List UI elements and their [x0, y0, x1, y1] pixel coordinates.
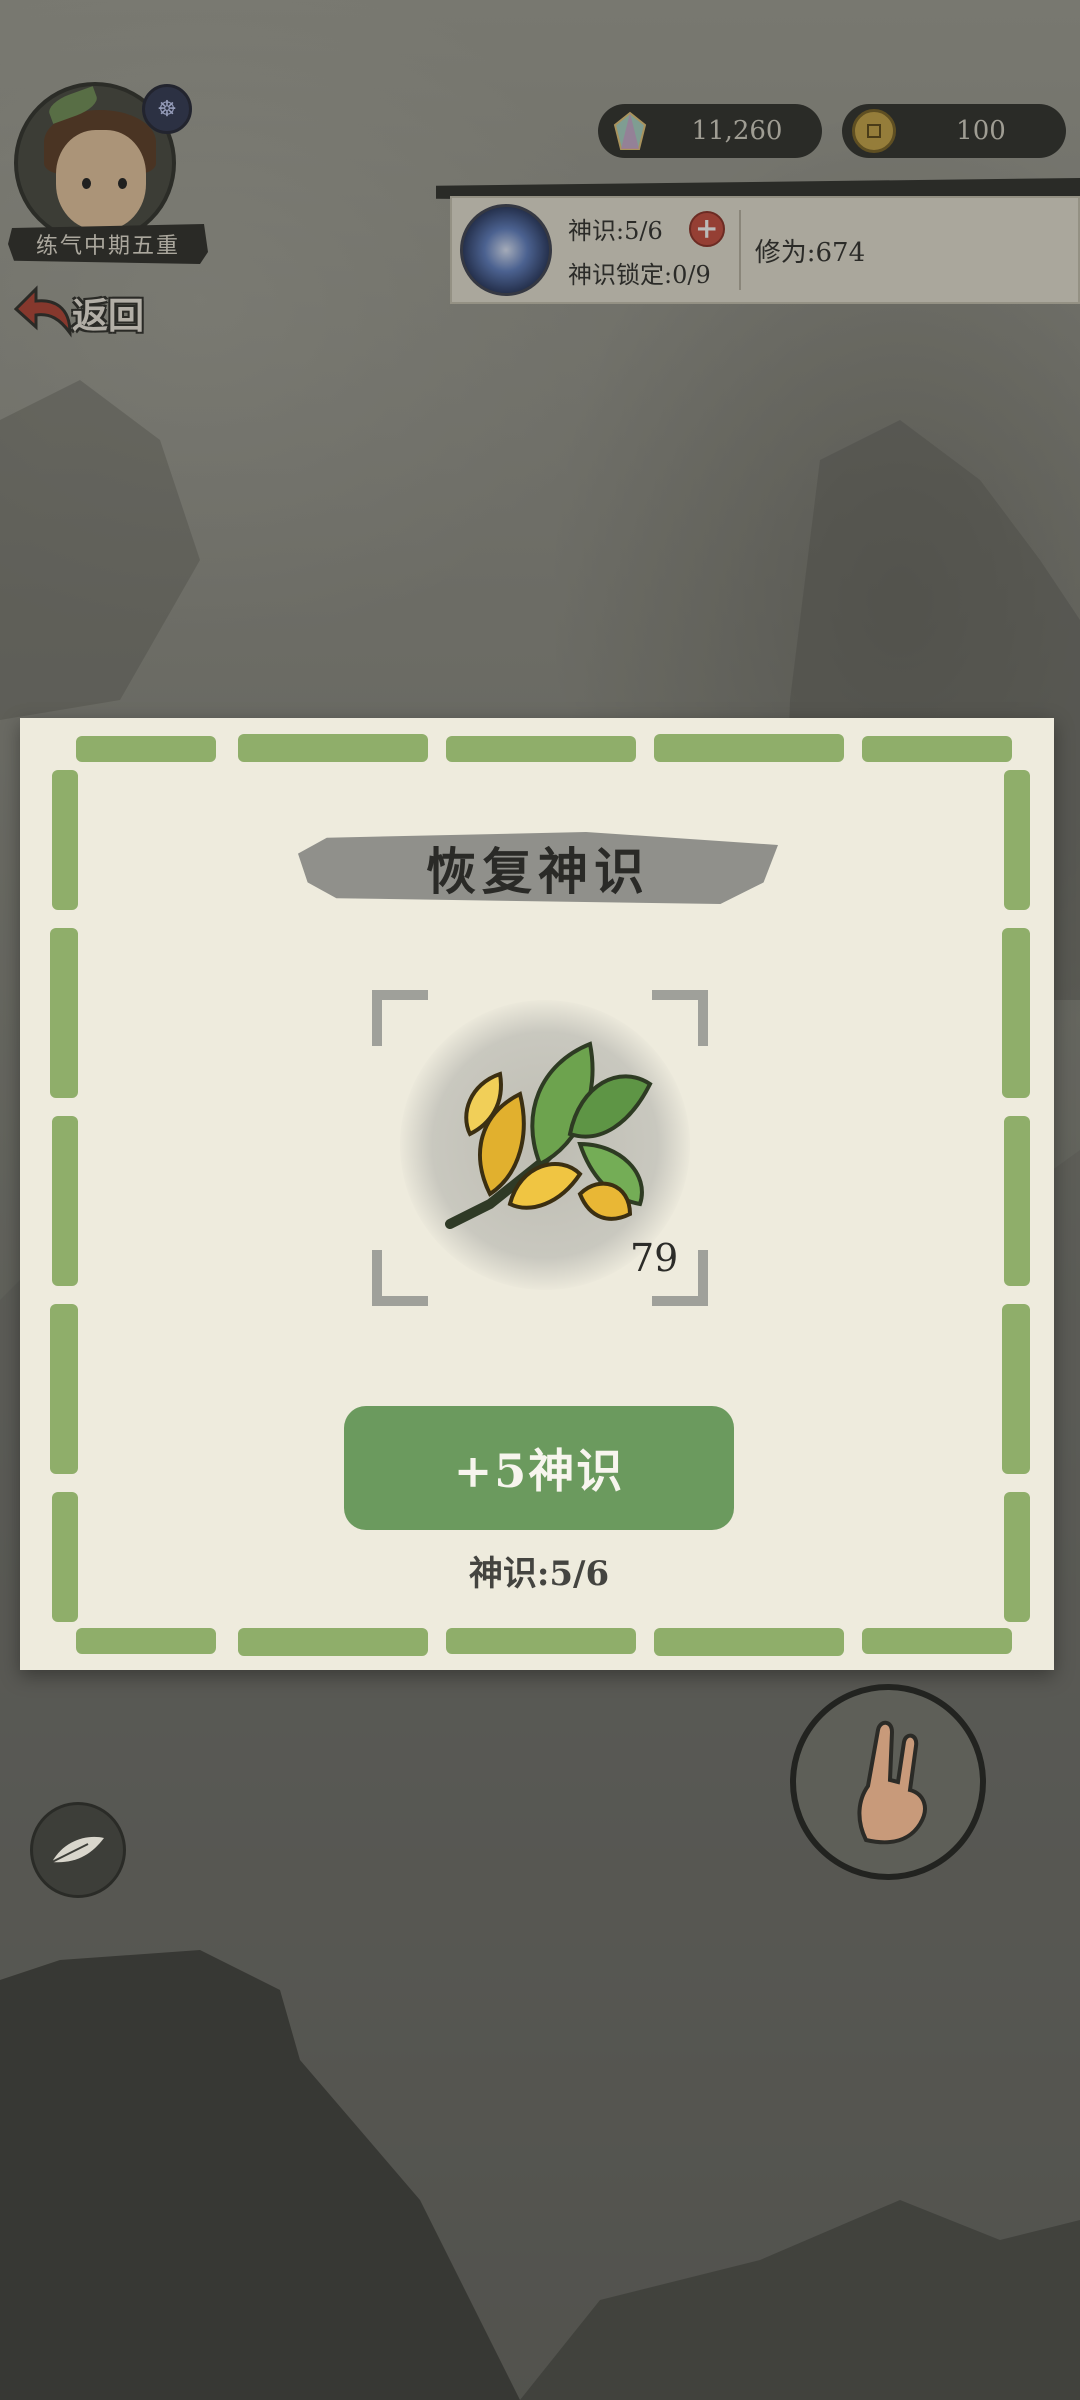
frame-corner: [372, 990, 428, 1046]
item-quantity: 79: [630, 1236, 679, 1280]
feather-button[interactable]: [30, 1802, 126, 1898]
border-segment: [654, 1628, 844, 1656]
border-segment: [1002, 1304, 1030, 1474]
mudra-gesture-button[interactable]: [790, 1684, 986, 1880]
border-segment: [50, 1304, 78, 1474]
border-segment: [52, 1492, 78, 1622]
border-segment: [50, 928, 78, 1098]
border-segment: [446, 736, 636, 762]
border-segment: [862, 736, 1012, 762]
border-segment: [76, 736, 216, 762]
border-segment: [76, 1628, 216, 1654]
border-segment: [862, 1628, 1012, 1654]
honeysuckle-herb-icon[interactable]: [430, 1024, 670, 1264]
border-segment: [238, 1628, 428, 1656]
hand-gesture-icon: [857, 1720, 927, 1845]
border-segment: [446, 1628, 636, 1654]
frame-corner: [372, 1250, 428, 1306]
use-herb-button[interactable]: +5神识: [344, 1406, 734, 1530]
current-sense-label: 神识:5/6: [468, 1554, 610, 1594]
feather-icon: [51, 1836, 104, 1863]
border-segment: [654, 734, 844, 762]
border-segment: [52, 1116, 78, 1286]
dialog-title: 恢复神识: [426, 842, 650, 901]
border-segment: [1004, 770, 1030, 910]
border-segment: [1004, 1492, 1030, 1622]
border-segment: [52, 770, 78, 910]
border-segment: [1004, 1116, 1030, 1286]
border-segment: [238, 734, 428, 762]
border-segment: [1002, 928, 1030, 1098]
